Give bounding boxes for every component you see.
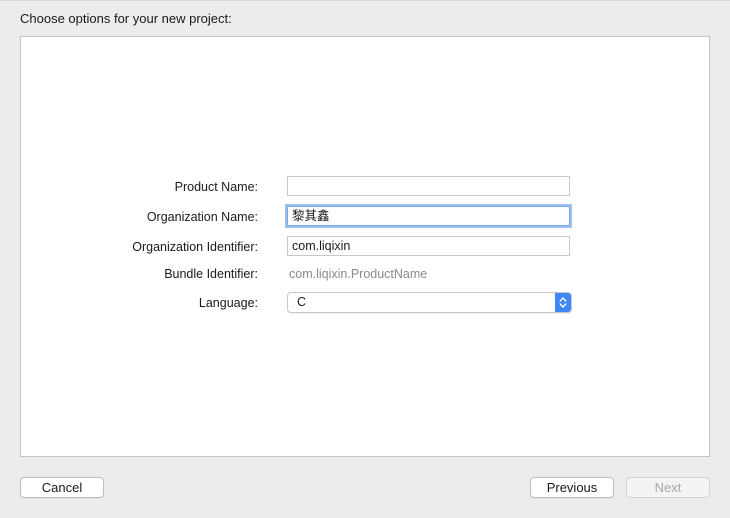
bundle-identifier-label: Bundle Identifier: <box>164 267 258 281</box>
window-top-edge <box>0 0 730 1</box>
language-label: Language: <box>198 296 258 310</box>
organization-identifier-label: Organization Identifier: <box>132 240 258 254</box>
dialog-heading: Choose options for your new project: <box>20 11 232 26</box>
organization-name-label: Organization Name: <box>146 210 258 224</box>
product-name-field[interactable] <box>287 176 570 196</box>
previous-button[interactable]: Previous <box>530 477 614 498</box>
cancel-button[interactable]: Cancel <box>20 477 104 498</box>
language-popup-value: C <box>297 295 307 309</box>
bundle-identifier-value: com.liqixin.ProductName <box>289 267 428 281</box>
organization-identifier-field[interactable]: com.liqixin <box>287 236 570 256</box>
language-popup[interactable]: C <box>287 292 572 313</box>
next-button[interactable]: Next <box>626 477 710 498</box>
chevron-up-down-icon <box>555 293 571 312</box>
product-name-label: Product Name: <box>174 180 258 194</box>
organization-name-field[interactable]: 黎其鑫 <box>287 206 570 226</box>
options-panel: Product Name: Organization Name: 黎其鑫 Org… <box>20 36 710 457</box>
